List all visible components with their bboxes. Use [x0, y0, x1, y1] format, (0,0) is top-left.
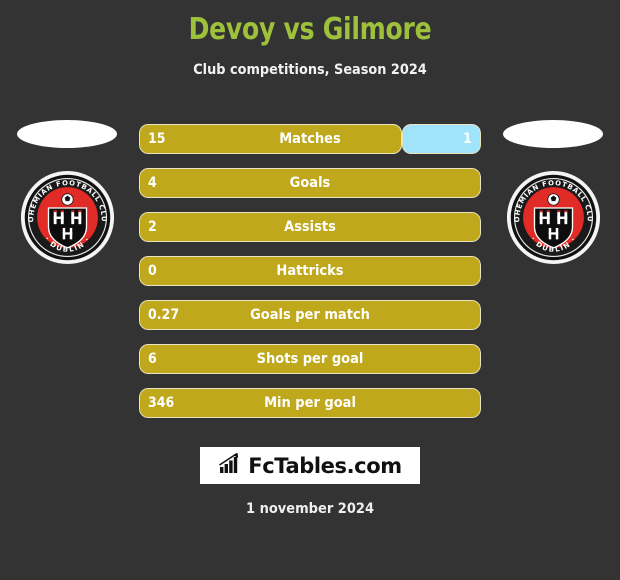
stat-label: Goals per match: [250, 307, 370, 323]
page-subtitle: Club competitions, Season 2024: [193, 62, 427, 78]
stat-label: Assists: [284, 219, 336, 235]
home-stat-value: 0: [148, 263, 157, 279]
stat-label: Goals: [289, 175, 331, 191]
report-date: 1 november 2024: [245, 501, 375, 517]
stat-label: Shots per goal: [256, 351, 364, 367]
stat-comparison-list: 15 Matches 1 4 Goals 2 Assists 0 Hattricks 0.27 Go…: [139, 124, 481, 432]
home-club-crest-icon: BOHEMIAN FOOTBALL CLUB · DUBLIN ·: [17, 164, 115, 265]
stat-row: 0 Hattricks: [139, 256, 481, 286]
away-player-photo: [503, 120, 603, 148]
stat-row: 15 Matches 1: [139, 124, 481, 154]
home-stat-value: 2: [148, 219, 157, 235]
bar-chart-growth-icon: [218, 452, 243, 479]
stat-label: Hattricks: [276, 263, 344, 279]
stat-row: 4 Goals: [139, 168, 481, 198]
away-player-column: BOHEMIAN FOOTBALL CLUB · DUBLIN ·: [488, 120, 618, 280]
stat-label: Matches: [279, 131, 341, 147]
home-stat-value: 15: [148, 131, 166, 147]
stat-row: 346 Min per goal: [139, 388, 481, 418]
brand-name: FcTables.com: [248, 453, 402, 478]
stat-row: 6 Shots per goal: [139, 344, 481, 374]
home-stat-value: 6: [148, 351, 157, 367]
away-stat-value: 1: [463, 131, 472, 147]
home-stat-value: 346: [148, 395, 175, 411]
comparison-infographic: Devoy vs Gilmore Club competitions, Seas…: [0, 0, 620, 580]
stat-row: 2 Assists: [139, 212, 481, 242]
stat-label: Min per goal: [264, 395, 356, 411]
fctables-logo[interactable]: FcTables.com: [200, 447, 420, 484]
stat-row: 0.27 Goals per match: [139, 300, 481, 330]
away-club-crest-icon: BOHEMIAN FOOTBALL CLUB · DUBLIN ·: [503, 164, 601, 265]
home-stat-value: 0.27: [148, 307, 180, 323]
home-stat-value: 4: [148, 175, 157, 191]
home-player-photo: [17, 120, 117, 148]
home-player-column: BOHEMIAN FOOTBALL CLUB · DUBLIN ·: [2, 120, 132, 280]
page-title: Devoy vs Gilmore: [188, 12, 432, 47]
